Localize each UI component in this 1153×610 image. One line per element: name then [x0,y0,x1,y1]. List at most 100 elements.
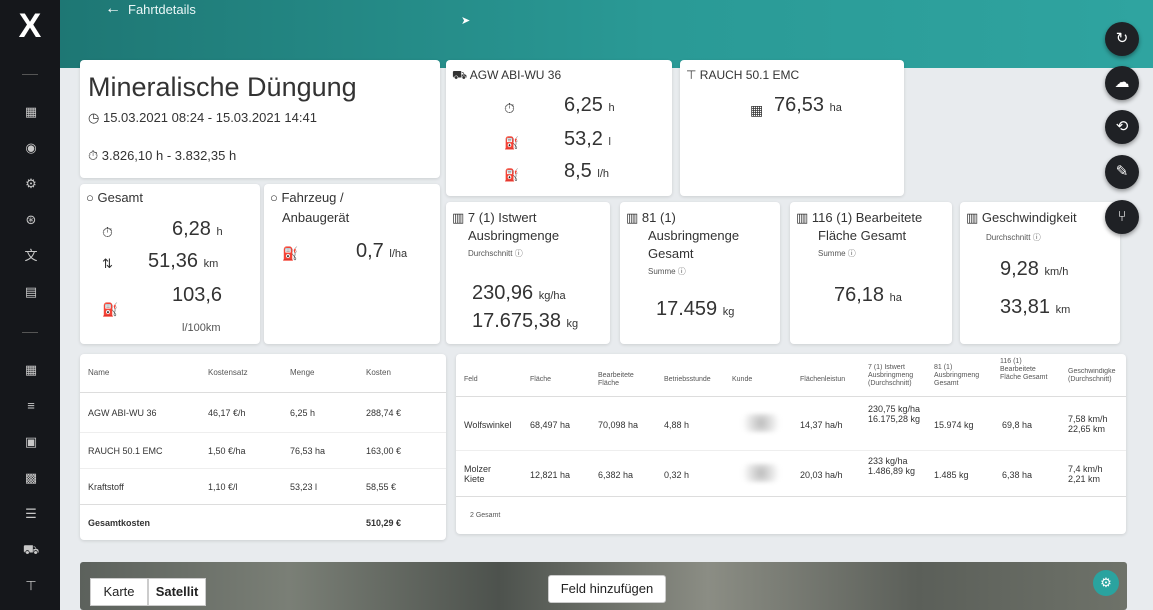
fahrzeug-card: ○ Fahrzeug / Anbaugerät ⛽ 0,7 l/ha [264,184,440,344]
fuel-rate-icon: ⛽ [504,168,519,182]
vehicle-hours: 6,25 h [564,94,615,117]
kpi-speed-title-text: Geschwindigkeit [981,210,1077,225]
tractor-icon[interactable]: ⛟ [22,542,40,558]
vehicle-hours-value: 6,25 [564,94,603,116]
gesamt-card: ○ Gesamt ⏱ 6,28 h ⇅ 51,36 km ⛽ 103,6 l/1… [80,184,260,344]
unit: h [216,226,223,238]
col-header-bearb-gesamt: 116 (1) Bearbeitete Fläche Gesamt [1000,358,1048,381]
cloud-upload-icon[interactable]: ☁ [1105,66,1139,100]
unit: km [1055,304,1071,316]
unit: l/ha [389,248,408,260]
fahrzeug-fuel: 0,7 l/ha [356,240,407,263]
tractor-icon: ⛟ [452,68,468,82]
col-header-ausbring: 81 (1) Ausbringmeng Gesamt [934,364,980,387]
chart-icon: ▥ [452,210,465,225]
sidebar: X ▦ ◉ ⚙ ⊛ 文 ▤ ▦ ≡ ▣ ▩ ☰ ⛟ ⊤ [0,0,60,610]
unit: km/h [1044,266,1069,278]
circle-icon: ○ [86,190,94,205]
info-icon[interactable]: ⓘ [1033,233,1041,242]
cell-bearbeitet: 70,098 ha [598,420,639,430]
table-row[interactable]: Molzer Kiete 12,821 ha 6,382 ha 0,32 h 2… [456,452,1126,496]
edit-icon[interactable]: ✎ [1105,155,1139,189]
gesamt-hours: 6,28 h [172,218,223,241]
gesamt-hours-value: 6,28 [172,218,211,240]
cell-leistung: 20,03 ha/h [800,470,843,480]
col-header-speed: Geschwindigke (Durchschnitt) [1068,368,1116,383]
grid-icon: ▦ [750,102,764,118]
kpi-ausbring-sub-text: Summe [648,267,676,276]
translate-icon[interactable]: 文 [22,248,40,264]
message-icon[interactable]: ▤ [22,284,40,300]
kpi-istwert-value1-text: 230,96 [472,282,534,304]
implement-header: ⊤ RAUCH 50.1 EMC [686,68,799,82]
kpi-speed-value2-text: 33,81 [1000,296,1051,318]
map-pin-icon[interactable]: ◉ [22,140,40,156]
global-icon[interactable]: ⊛ [22,212,40,228]
cell-feld: Wolfswinkel [464,420,512,430]
unit: kg/ha [538,290,566,302]
tab-satellite[interactable]: Satellit [148,578,206,606]
vehicle-header: ⛟ AGW ABI-WU 36 [452,68,561,84]
kpi-speed-card: ▥ Geschwindigkeit Durchschnitt ⓘ 9,28 km… [960,202,1120,344]
kpi-flaeche-sub: Summe ⓘ [818,248,856,259]
customer-blurred [736,464,786,482]
settings-icon[interactable]: ⚙ [22,176,40,192]
unit: ha [889,292,902,304]
divider [80,468,446,469]
implement-icon[interactable]: ⊤ [22,578,40,594]
kpi-istwert-value2-text: 17.675,38 [472,310,561,332]
col-header-leistung: Flächenleistun [800,376,846,383]
kpi-istwert-value1: 230,96 kg/ha [472,282,566,305]
table-footer: 2 Gesamt [470,512,501,519]
report-icon[interactable]: ▦ [22,362,40,378]
implement-area: 76,53 ha [774,94,842,117]
unit: km [203,258,219,270]
cell-feld: Molzer Kiete [464,464,492,484]
cell: 288,74 € [366,408,402,418]
tab-map[interactable]: Karte [90,578,148,606]
kpi-ausbring-card: ▥ 81 (1) Ausbringmenge Gesamt Summe ⓘ 17… [620,202,780,344]
total-label: Gesamtkosten [88,518,151,528]
calendar-icon[interactable]: ▩ [22,470,40,486]
unit: ha [829,102,842,114]
field-table-card: Feld Fläche Bearbeitete Fläche Betriebss… [456,354,1126,534]
stopwatch-icon: ⏱ [102,224,113,240]
kpi-flaeche-title-line2: Fläche Gesamt [818,228,907,243]
dashboard-icon[interactable]: ▦ [22,104,40,120]
kpi-flaeche-sub-text: Summe [818,249,846,258]
cell: Kraftstoff [88,482,124,492]
total-value: 510,29 € [366,518,402,528]
distance-icon: ⇅ [102,256,113,271]
col-header-flaeche: Fläche [530,376,552,383]
cell: 1,10 €/l [208,482,238,492]
cell-istwert: 230,75 kg/ha 16.175,28 kg [868,404,921,424]
kpi-speed-title: ▥ Geschwindigkeit [966,210,1077,226]
list-icon[interactable]: ≡ [22,398,40,414]
kpi-ausbring-value: 17.459 kg [656,298,734,321]
fahrzeug-title-line1: Fahrzeug / [281,190,344,205]
cell-speed: 7,58 km/h 22,65 km [1068,414,1108,434]
cell: 53,23 l [290,482,318,492]
kpi-flaeche-card: ▥ 116 (1) Bearbeitete Fläche Gesamt Summ… [790,202,952,344]
add-field-button[interactable]: Feld hinzufügen [548,575,666,603]
fuel-pump-icon: ⛽ [282,246,299,261]
map-settings-icon[interactable]: ⚙ [1093,570,1119,596]
history-icon[interactable]: ⟲ [1105,110,1139,144]
col-header-name: Name [88,368,110,377]
cell-bearbeitet: 6,382 ha [598,470,634,480]
document-icon[interactable]: ▣ [22,434,40,450]
info-icon[interactable]: ⓘ [515,249,523,258]
cost-table-card: Name Kostensatz Menge Kosten AGW ABI-WU … [80,354,446,540]
info-icon[interactable]: ⓘ [848,249,856,258]
back-arrow-icon[interactable]: ← [105,0,121,18]
app-logo[interactable]: X [14,8,46,44]
table-row[interactable]: Wolfswinkel 68,497 ha 70,098 ha 4,88 h 1… [456,398,1126,450]
page-title: Fahrtdetails [128,2,196,17]
divider [456,450,1126,451]
vehicle-name: AGW ABI-WU 36 [469,68,562,82]
split-icon[interactable]: ⑂ [1105,200,1139,234]
refresh-icon[interactable]: ↻ [1105,22,1139,56]
users-icon[interactable]: ☰ [22,506,40,522]
info-icon[interactable]: ⓘ [678,267,686,276]
clock-icon: ◷ [88,110,100,125]
